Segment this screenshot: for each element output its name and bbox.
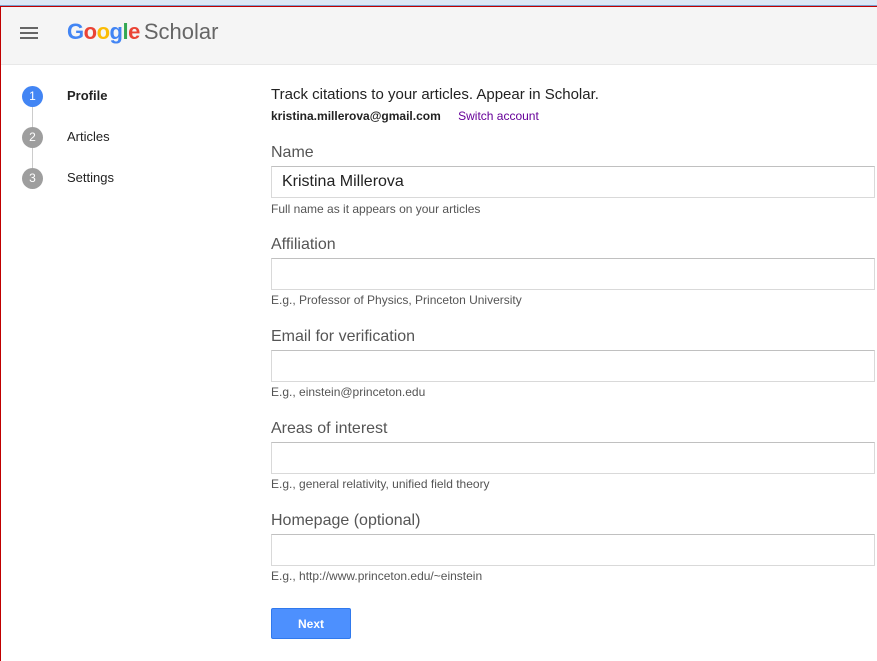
homepage-label: Homepage (optional) <box>271 512 421 529</box>
affiliation-help: E.g., Professor of Physics, Princeton Un… <box>271 293 522 307</box>
interests-input[interactable] <box>271 442 875 474</box>
interests-help: E.g., general relativity, unified field … <box>271 477 490 491</box>
step-number-badge: 1 <box>22 86 43 107</box>
name-label: Name <box>271 144 314 161</box>
app-header: Google Scholar <box>1 7 877 65</box>
logo-suffix: Scholar <box>143 19 219 44</box>
affiliation-input[interactable] <box>271 258 875 290</box>
logo-letter: G <box>67 19 84 44</box>
homepage-input[interactable] <box>271 534 875 566</box>
next-button[interactable]: Next <box>271 608 351 639</box>
name-help: Full name as it appears on your articles <box>271 202 481 216</box>
google-scholar-logo[interactable]: Google Scholar <box>67 16 218 48</box>
logo-letter: e <box>128 19 140 44</box>
step-label: Settings <box>67 170 114 185</box>
step-number-badge: 3 <box>22 168 43 189</box>
step-articles[interactable]: 2 Articles <box>22 127 182 149</box>
step-connector <box>32 107 33 127</box>
account-line: kristina.millerova@gmail.com Switch acco… <box>271 109 539 123</box>
step-settings[interactable]: 3 Settings <box>22 168 182 190</box>
logo-letter: o <box>83 19 97 44</box>
step-label: Profile <box>67 88 108 103</box>
verification-email-input[interactable] <box>271 350 875 382</box>
hamburger-menu-icon[interactable] <box>20 27 38 39</box>
account-email: kristina.millerova@gmail.com <box>271 109 441 123</box>
interests-label: Areas of interest <box>271 420 388 437</box>
step-label: Articles <box>67 129 110 144</box>
logo-letter: g <box>109 19 123 44</box>
step-connector <box>32 148 33 168</box>
homepage-help: E.g., http://www.princeton.edu/~einstein <box>271 569 483 583</box>
step-profile[interactable]: 1 Profile <box>22 86 182 108</box>
intro-text: Track citations to your articles. Appear… <box>271 86 599 103</box>
switch-account-link[interactable]: Switch account <box>458 109 539 123</box>
logo-letter: o <box>96 19 110 44</box>
affiliation-label: Affiliation <box>271 236 336 253</box>
verification-email-label: Email for verification <box>271 328 416 345</box>
step-number-badge: 2 <box>22 127 43 148</box>
verification-email-help: E.g., einstein@princeton.edu <box>271 385 426 399</box>
name-input[interactable] <box>271 166 875 198</box>
